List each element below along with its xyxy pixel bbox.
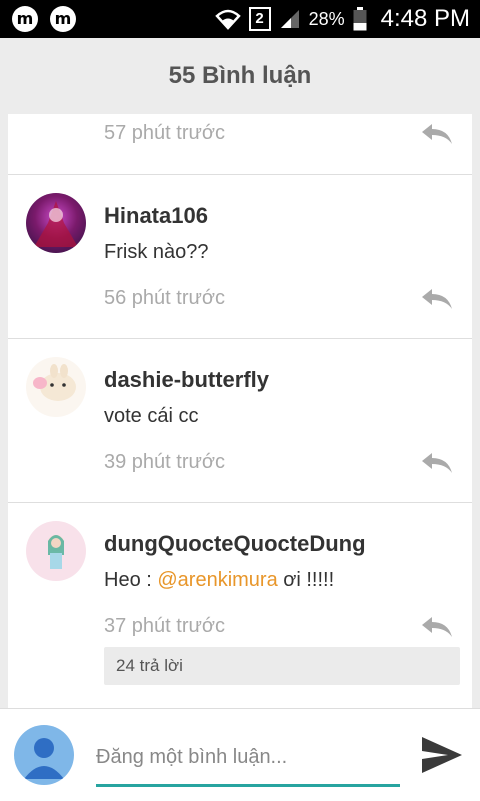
comment-time: 57 phút trước: [104, 122, 226, 144]
comment-time: 39 phút trước: [104, 451, 226, 473]
avatar[interactable]: [26, 521, 86, 581]
avatar[interactable]: [26, 193, 86, 253]
comment-time: 56 phút trước: [104, 287, 226, 309]
comments-header: 55 Bình luận: [0, 38, 480, 114]
comment-text: vote cái cc: [104, 405, 199, 427]
reply-icon[interactable]: [420, 289, 454, 311]
comment-text-suffix: ơi !!!!!: [277, 569, 335, 591]
comment-time: 37 phút trước: [104, 615, 226, 637]
mention-link[interactable]: @arenkimura: [157, 569, 277, 591]
battery-icon: [353, 7, 367, 31]
sim-badge: 2: [248, 7, 271, 31]
reply-icon[interactable]: [420, 124, 454, 146]
page-title: 55 Bình luận: [168, 62, 312, 89]
app-notification-icon: m: [50, 6, 76, 32]
comment-item: dungQuocteQuocteDung Heo : @arenkimura ơ…: [8, 502, 472, 708]
user-avatar-icon: [14, 725, 74, 785]
comment-username[interactable]: dashie-butterfly: [104, 367, 269, 393]
comment-composer: [0, 708, 480, 801]
battery-percent: 28%: [308, 8, 345, 29]
comment-input[interactable]: [96, 731, 400, 787]
comment-item: 57 phút trước: [8, 114, 472, 175]
reply-icon[interactable]: [420, 617, 454, 639]
comment-item: dashie-butterfly vote cái cc 39 phút trư…: [8, 338, 472, 503]
avatar[interactable]: [26, 357, 86, 417]
signal-icon: [280, 10, 299, 28]
view-replies-button[interactable]: 24 trả lời: [104, 647, 460, 685]
comment-list[interactable]: 57 phút trước Hinata106 Frisk nào?? 56 p…: [8, 114, 472, 708]
comment-username[interactable]: dungQuocteQuocteDung: [104, 531, 366, 557]
comment-item: Hinata106 Frisk nào?? 56 phút trước: [8, 174, 472, 339]
status-bar: m m 2 28% 4:48 PM: [0, 0, 480, 38]
app-notification-icon: m: [12, 6, 38, 32]
comment-username[interactable]: Hinata106: [104, 203, 208, 229]
reply-icon[interactable]: [420, 453, 454, 475]
send-icon[interactable]: [420, 735, 464, 775]
comment-text-prefix: Heo :: [104, 569, 158, 591]
wifi-icon: [214, 9, 241, 30]
comment-text: Frisk nào??: [104, 241, 209, 263]
comment-text: Heo : @arenkimura ơi !!!!!: [104, 569, 334, 592]
clock: 4:48 PM: [380, 5, 470, 32]
